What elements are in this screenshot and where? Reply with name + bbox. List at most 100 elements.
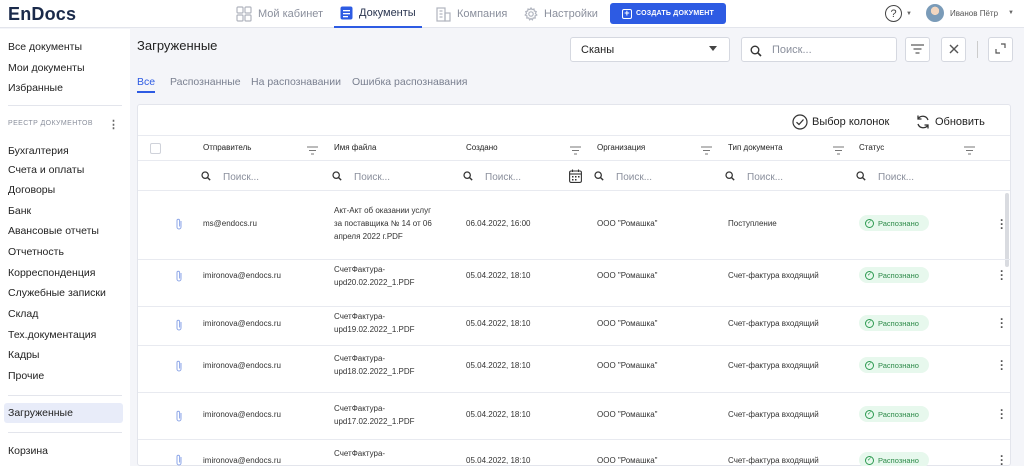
filter-icon[interactable] bbox=[964, 142, 975, 160]
chevron-down-icon[interactable]: ▼ bbox=[906, 11, 912, 17]
attachment-icon[interactable] bbox=[175, 359, 183, 377]
status-filter-input[interactable]: Поиск... bbox=[856, 168, 914, 186]
column-header-sender[interactable]: Отправитель bbox=[203, 143, 251, 152]
attachment-icon[interactable] bbox=[175, 269, 183, 287]
app-logo[interactable]: EnDocs bbox=[8, 4, 76, 25]
sidebar-item-hr[interactable]: Кадры bbox=[8, 349, 39, 361]
nav-my-cabinet[interactable]: Мой кабинет bbox=[236, 0, 323, 28]
column-header-status[interactable]: Статус bbox=[859, 143, 884, 152]
help-icon[interactable]: ? bbox=[885, 5, 902, 22]
sidebar-item-favorites[interactable]: Избранные bbox=[8, 82, 63, 94]
category-select[interactable]: Сканы bbox=[570, 37, 730, 62]
table-row[interactable]: ms@endocs.ru Акт-Акт об оказании услуг з… bbox=[138, 191, 1010, 259]
sidebar-item-accounting[interactable]: Бухгалтерия bbox=[8, 145, 69, 157]
column-header-filename[interactable]: Имя файла bbox=[334, 143, 376, 152]
sidebar-item-uploaded[interactable]: Загруженные bbox=[8, 407, 73, 419]
sidebar-item-my-documents[interactable]: Мои документы bbox=[8, 62, 85, 74]
nav-settings[interactable]: Настройки bbox=[524, 0, 598, 28]
expand-button[interactable] bbox=[988, 37, 1013, 62]
refresh-button[interactable]: Обновить bbox=[915, 114, 985, 130]
divider bbox=[977, 41, 978, 58]
more-vertical-icon[interactable]: · · · bbox=[1000, 355, 1004, 375]
sidebar-item-all-documents[interactable]: Все документы bbox=[8, 41, 82, 53]
cell-created: 05.04.2022, 18:10 bbox=[466, 456, 531, 465]
attachment-icon[interactable] bbox=[175, 318, 183, 336]
sidebar-item-tech-docs[interactable]: Тех.документация bbox=[8, 329, 96, 341]
more-vertical-icon[interactable]: · · · bbox=[1000, 265, 1004, 285]
cell-sender: imironova@endocs.ru bbox=[203, 271, 281, 280]
plus-icon: + bbox=[622, 8, 633, 19]
cell-filename[interactable]: СчетФактура- upd20.02.2022_1.PDF bbox=[334, 263, 415, 289]
column-header-doc-type[interactable]: Тип документа bbox=[728, 143, 783, 152]
search-box[interactable] bbox=[741, 37, 897, 62]
column-header-created[interactable]: Создано bbox=[466, 143, 498, 152]
attachment-icon[interactable] bbox=[175, 409, 183, 427]
sidebar-item-contracts[interactable]: Договоры bbox=[8, 184, 55, 196]
tab-recognizing[interactable]: На распознавании bbox=[251, 76, 341, 88]
sidebar-item-reporting[interactable]: Отчетность bbox=[8, 246, 64, 258]
avatar[interactable] bbox=[926, 4, 944, 22]
tab-all[interactable]: Все bbox=[137, 76, 155, 88]
select-all-checkbox[interactable] bbox=[150, 143, 161, 154]
refresh-icon bbox=[915, 114, 931, 130]
column-chooser-button[interactable]: Выбор колонок bbox=[792, 114, 889, 130]
filter-icon[interactable] bbox=[570, 142, 581, 160]
category-select-value: Сканы bbox=[581, 44, 615, 56]
filter-icon[interactable] bbox=[307, 142, 318, 160]
nav-company[interactable]: Компания bbox=[436, 0, 507, 28]
more-vertical-icon[interactable]: · · · bbox=[1000, 450, 1004, 466]
more-vertical-icon[interactable]: · · · bbox=[1000, 214, 1004, 234]
column-header-organization[interactable]: Организация bbox=[597, 143, 645, 152]
cell-doc-type: Счет-фактура входящий bbox=[728, 456, 819, 465]
more-vertical-icon[interactable]: ⋮ bbox=[108, 118, 119, 131]
cell-organization: ООО "Ромашка" bbox=[597, 271, 658, 280]
sidebar-item-other[interactable]: Прочие bbox=[8, 370, 44, 382]
filter-button[interactable] bbox=[905, 37, 930, 62]
table-row[interactable]: imironova@endocs.ru СчетФактура- upd19.0… bbox=[138, 307, 1010, 343]
search-input[interactable] bbox=[772, 42, 890, 58]
tab-recognition-error[interactable]: Ошибка распознавания bbox=[352, 76, 468, 88]
create-document-button[interactable]: + СОЗДАТЬ ДОКУМЕНТ bbox=[610, 3, 726, 24]
check-circle-icon: ✓ bbox=[865, 455, 874, 465]
calendar-icon[interactable] bbox=[569, 169, 582, 188]
cell-filename[interactable]: СчетФактура- bbox=[334, 447, 385, 460]
clear-button[interactable] bbox=[941, 37, 966, 62]
sidebar-item-invoices[interactable]: Счета и оплаты bbox=[8, 164, 84, 176]
cell-filename[interactable]: СчетФактура- upd19.02.2022_1.PDF bbox=[334, 310, 415, 336]
cell-filename[interactable]: Акт-Акт об оказании услуг за поставщика … bbox=[334, 204, 432, 243]
filter-icon[interactable] bbox=[701, 142, 712, 160]
filter-icon[interactable] bbox=[833, 142, 844, 160]
filter-icon bbox=[911, 41, 924, 59]
table-row[interactable]: imironova@endocs.ru СчетФактура- 05.04.2… bbox=[138, 440, 1010, 466]
nav-documents[interactable]: Документы bbox=[334, 0, 422, 28]
sender-filter-input[interactable]: Поиск... bbox=[201, 168, 259, 186]
sidebar-item-warehouse[interactable]: Склад bbox=[8, 308, 38, 320]
tab-recognized[interactable]: Распознанные bbox=[170, 76, 241, 88]
filename-filter-input[interactable]: Поиск... bbox=[332, 168, 390, 186]
sidebar-item-advance-reports[interactable]: Авансовые отчеты bbox=[8, 225, 99, 237]
more-vertical-icon[interactable]: · · · bbox=[1000, 404, 1004, 424]
cell-organization: ООО "Ромашка" bbox=[597, 361, 658, 370]
organization-filter-input[interactable]: Поиск... bbox=[594, 168, 652, 186]
attachment-icon[interactable] bbox=[175, 453, 183, 466]
doc-type-filter-input[interactable]: Поиск... bbox=[725, 168, 783, 186]
table-row[interactable]: imironova@endocs.ru СчетФактура- upd18.0… bbox=[138, 346, 1010, 392]
more-vertical-icon[interactable]: · · · bbox=[1000, 313, 1004, 333]
sidebar-item-memos[interactable]: Служебные записки bbox=[8, 287, 106, 299]
chevron-down-icon[interactable]: ▼ bbox=[1008, 10, 1014, 16]
table-row[interactable]: imironova@endocs.ru СчетФактура- upd17.0… bbox=[138, 393, 1010, 439]
table-row[interactable]: imironova@endocs.ru СчетФактура- upd20.0… bbox=[138, 260, 1010, 306]
attachment-icon[interactable] bbox=[175, 217, 183, 235]
user-name[interactable]: Иванов Пётр bbox=[950, 9, 998, 18]
search-icon bbox=[201, 168, 211, 186]
sidebar-item-trash[interactable]: Корзина bbox=[8, 445, 48, 457]
cell-created: 05.04.2022, 18:10 bbox=[466, 319, 531, 328]
column-chooser-label: Выбор колонок bbox=[812, 116, 890, 128]
sidebar: Все документы Мои документы Избранные РЕ… bbox=[0, 29, 130, 466]
sidebar-item-correspondence[interactable]: Корреспонденция bbox=[8, 267, 95, 279]
sidebar-item-bank[interactable]: Банк bbox=[8, 205, 31, 217]
cell-filename[interactable]: СчетФактура- upd17.02.2022_1.PDF bbox=[334, 402, 415, 428]
check-circle-icon: ✓ bbox=[865, 270, 874, 280]
cell-filename[interactable]: СчетФактура- upd18.02.2022_1.PDF bbox=[334, 352, 415, 378]
created-filter-input[interactable]: Поиск... bbox=[463, 168, 521, 186]
